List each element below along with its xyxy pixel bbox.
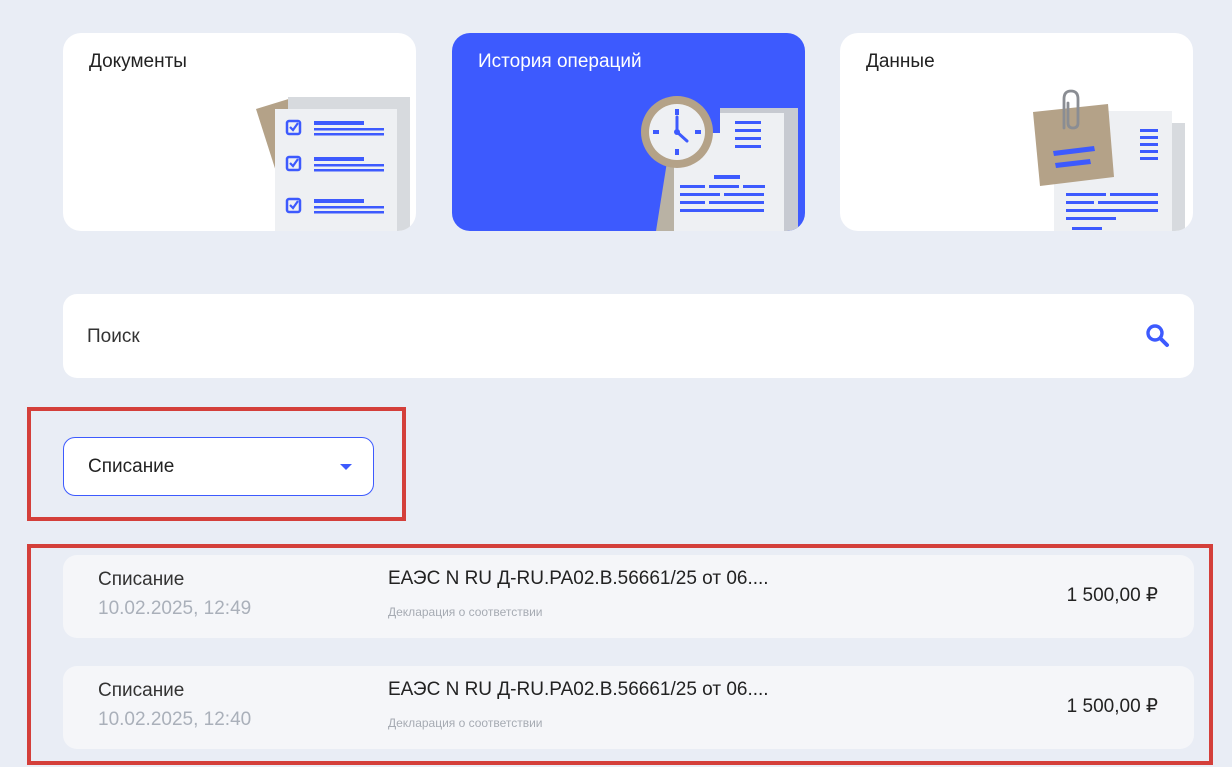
operation-row[interactable]: Списание 10.02.2025, 12:49 ЕАЭС N RU Д-R…	[63, 555, 1194, 638]
operation-amount: 1 500,00 ₽	[1066, 696, 1158, 717]
operation-type: Списание	[98, 569, 185, 590]
operation-type-dropdown[interactable]: Списание	[63, 437, 374, 496]
operation-amount: 1 500,00 ₽	[1066, 585, 1158, 606]
dropdown-selected-value: Списание	[88, 456, 175, 477]
caret-down-icon	[340, 464, 352, 470]
operation-datetime: 10.02.2025, 12:40	[98, 709, 252, 730]
card-operations-history[interactable]: История операций	[452, 33, 805, 231]
card-data[interactable]: Данные	[840, 33, 1193, 231]
documents-checklist-icon	[256, 97, 410, 231]
operation-document-type: Декларация о соответствии	[388, 716, 543, 730]
search-input[interactable]	[85, 318, 1089, 356]
search-icon[interactable]	[1144, 322, 1172, 350]
data-paperclip-icon	[1033, 89, 1185, 231]
operations-history-icon	[641, 96, 798, 231]
operation-row[interactable]: Списание 10.02.2025, 12:40 ЕАЭС N RU Д-R…	[63, 666, 1194, 749]
operation-document-type: Декларация о соответствии	[388, 605, 543, 619]
operation-datetime: 10.02.2025, 12:49	[98, 598, 252, 619]
operation-document: ЕАЭС N RU Д-RU.РА02.В.56661/25 от 06....	[388, 679, 769, 700]
operation-type: Списание	[98, 680, 185, 701]
card-documents[interactable]: Документы	[63, 33, 416, 231]
operation-document: ЕАЭС N RU Д-RU.РА02.В.56661/25 от 06....	[388, 568, 769, 589]
search-bar	[63, 294, 1194, 378]
